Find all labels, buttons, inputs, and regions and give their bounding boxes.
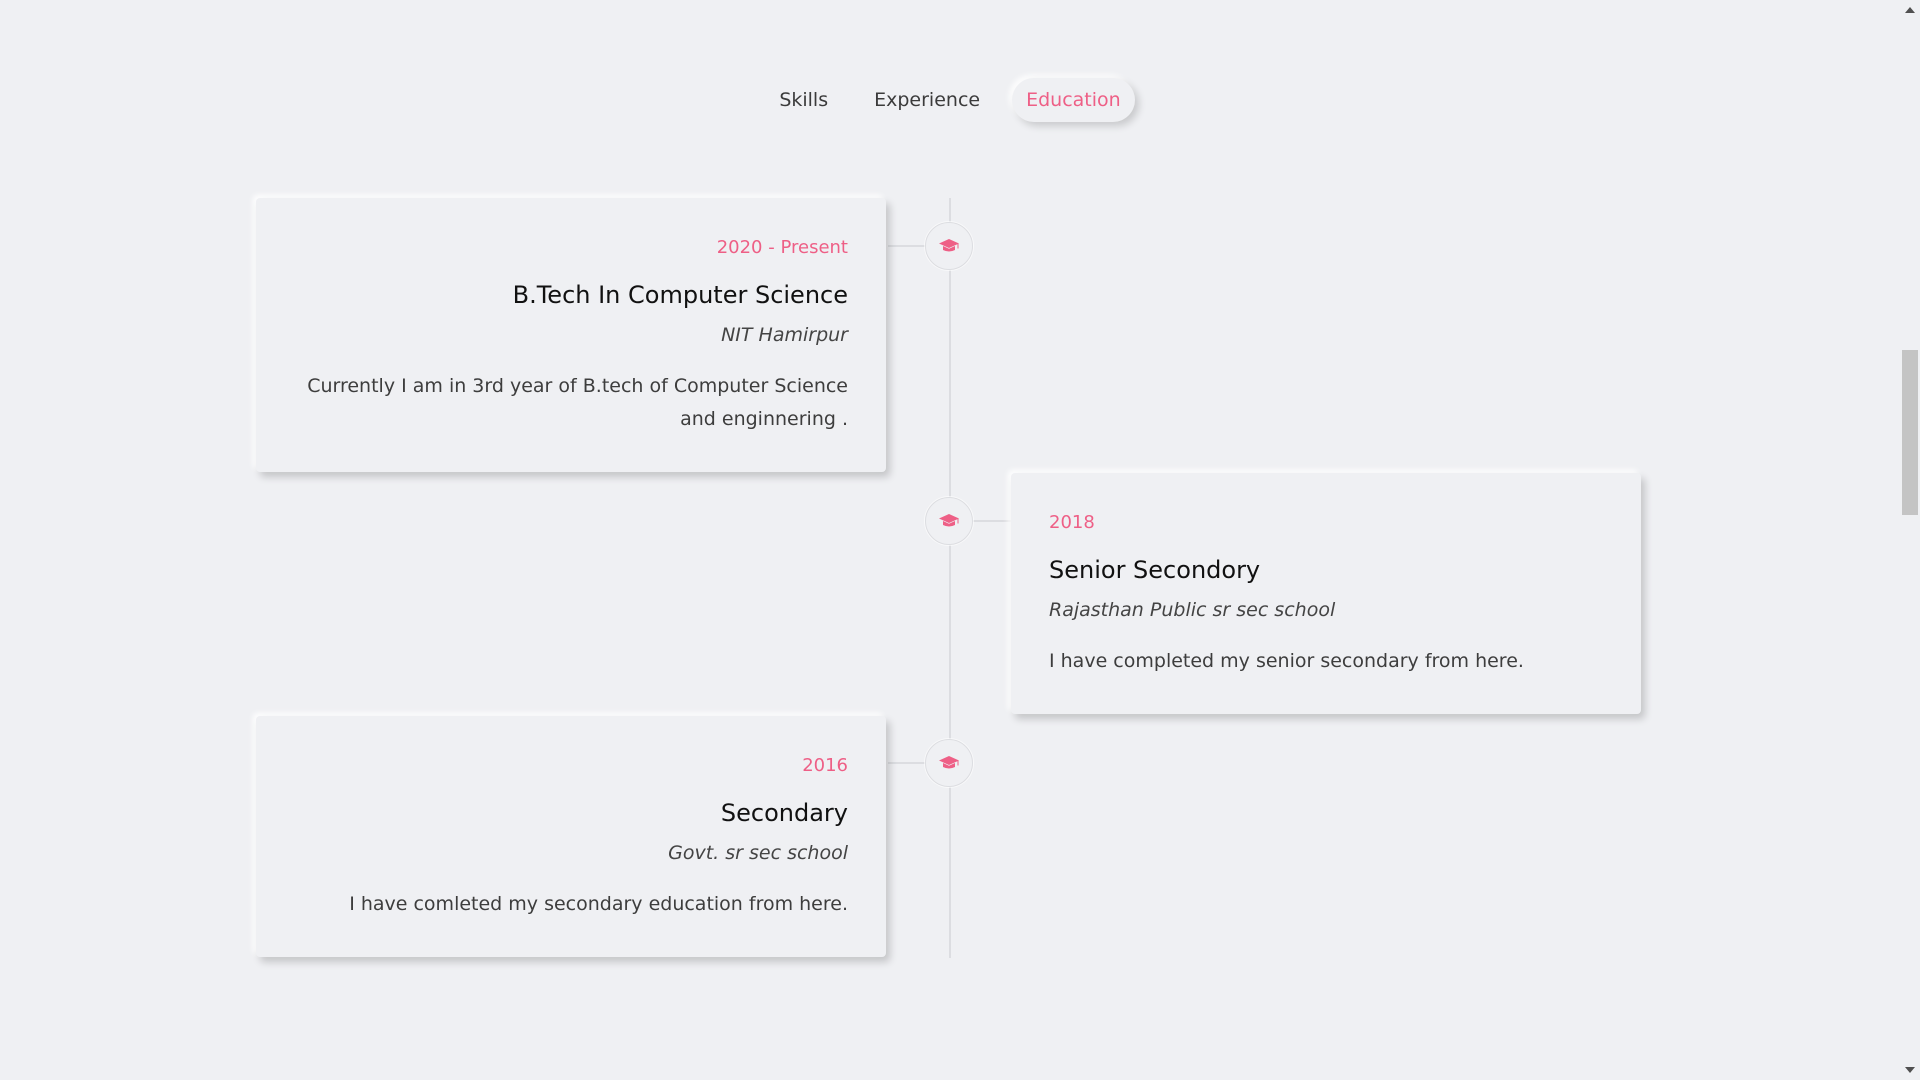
education-school: Rajasthan Public sr sec school [1049, 599, 1336, 621]
graduation-cap-icon [939, 239, 959, 252]
education-card: 2018 Senior Secondory Rajasthan Public s… [1011, 473, 1641, 714]
education-date: 2018 [1049, 512, 1095, 533]
scroll-up-arrow-icon[interactable] [1900, 0, 1920, 20]
education-school: Govt. sr sec school [668, 842, 848, 864]
scrollbar-thumb[interactable] [1902, 350, 1918, 515]
education-date: 2016 [802, 755, 848, 776]
education-description: I have completed my senior secondary fro… [1049, 650, 1524, 672]
tab-skills[interactable]: Skills [765, 78, 842, 122]
timeline-line [949, 198, 951, 958]
timeline-node [925, 222, 973, 270]
qualification-tabs: Skills Experience Education [0, 78, 1900, 122]
graduation-cap-icon [939, 514, 959, 527]
education-date: 2020 - Present [716, 237, 848, 258]
education-description: I have comleted my secondary education f… [349, 893, 848, 915]
education-school: NIT Hamirpur [721, 324, 848, 346]
graduation-cap-icon [939, 756, 959, 769]
education-card: 2020 - Present B.Tech In Computer Scienc… [256, 198, 886, 472]
tab-experience[interactable]: Experience [860, 78, 994, 122]
scroll-down-arrow-icon[interactable] [1900, 1060, 1920, 1080]
tab-education[interactable]: Education [1012, 78, 1135, 122]
timeline-node [925, 497, 973, 545]
education-card: 2016 Secondary Govt. sr sec school I hav… [256, 716, 886, 957]
education-page: Skills Experience Education 2020 - Prese… [0, 0, 1920, 1080]
education-title: Secondary [720, 799, 848, 827]
education-title: Senior Secondory [1049, 556, 1261, 584]
timeline-node [925, 739, 973, 787]
education-title: B.Tech In Computer Science [512, 281, 848, 309]
vertical-scrollbar[interactable] [1900, 0, 1920, 1080]
education-description: Currently I am in 3rd year of B.tech of … [307, 375, 848, 430]
